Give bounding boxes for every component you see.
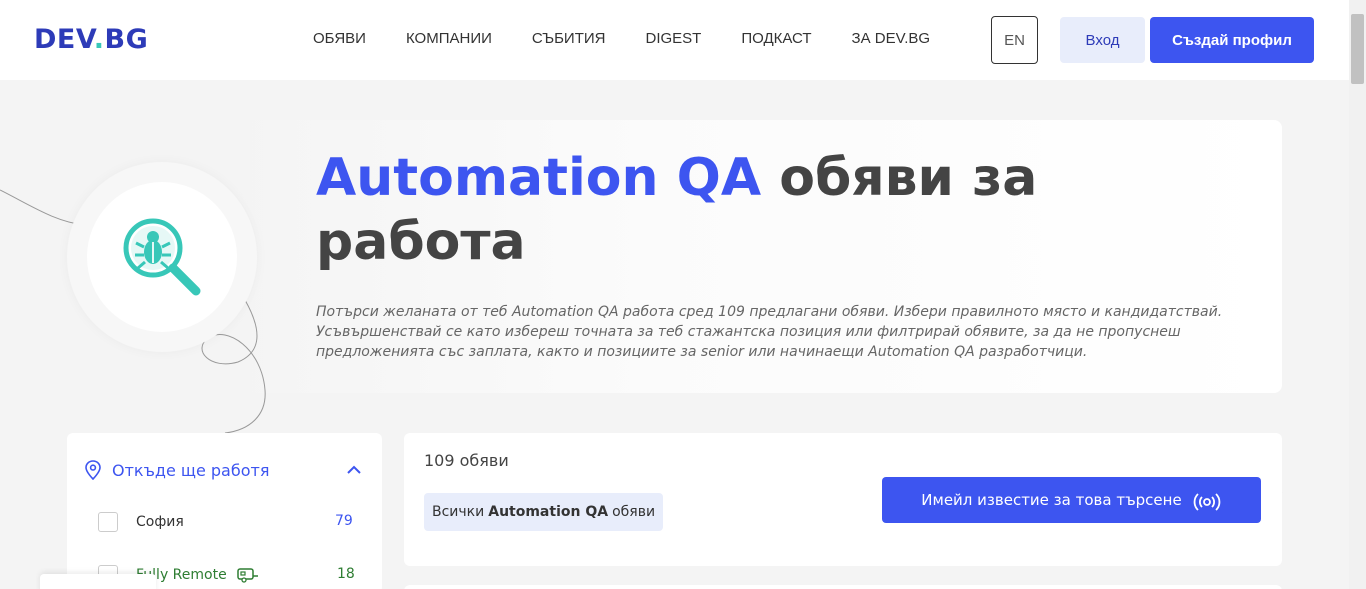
page-scrollbar[interactable]: [1349, 0, 1366, 589]
email-alert-button[interactable]: Имейл известие за това търсене: [882, 477, 1261, 523]
checkbox[interactable]: [98, 512, 118, 532]
devbg-logo[interactable]: DEV.BG: [34, 24, 148, 55]
nav-digest[interactable]: DIGEST: [645, 30, 701, 47]
broadcast-icon: [1193, 493, 1220, 511]
email-alert-label: Имейл известие за това търсене: [921, 491, 1182, 509]
filter-option-sofia[interactable]: София: [98, 512, 184, 532]
bug-search-icon: [123, 218, 201, 296]
results-count: 109 обяви: [424, 451, 509, 470]
job-list-card: [404, 585, 1282, 589]
filter-option-label: София: [136, 514, 184, 530]
location-pin-icon: [85, 460, 101, 480]
nav-companies[interactable]: КОМПАНИИ: [406, 30, 492, 47]
chevron-up-icon[interactable]: [346, 462, 362, 478]
active-filter-tag[interactable]: Всички Automation QA обяви: [424, 493, 664, 531]
main-nav: ОБЯВИ КОМПАНИИ СЪБИТИЯ DIGEST ПОДКАСТ ЗА…: [313, 30, 970, 47]
nav-podcast[interactable]: ПОДКАСТ: [741, 30, 811, 47]
scrollbar-thumb[interactable]: [1351, 14, 1364, 84]
caravan-icon: [236, 568, 258, 583]
login-button[interactable]: Вход: [1060, 17, 1145, 63]
language-switch-button[interactable]: EN: [991, 16, 1038, 64]
location-filter-title: Откъде ще работя: [112, 460, 270, 480]
page-title: Automation QA обяви за работа: [316, 148, 1038, 272]
location-filter-header[interactable]: Откъде ще работя: [84, 460, 269, 480]
filter-option-count: 18: [337, 566, 355, 582]
nav-jobs[interactable]: ОБЯВИ: [313, 30, 366, 47]
nav-events[interactable]: СЪБИТИЯ: [532, 30, 606, 47]
create-profile-button[interactable]: Създай профил: [1150, 17, 1314, 63]
filter-option-count: 79: [335, 513, 353, 529]
page-description: Потърси желаната от теб Automation QA ра…: [316, 304, 1223, 360]
floating-widget[interactable]: [40, 574, 156, 589]
nav-about[interactable]: ЗА DEV.BG: [852, 30, 931, 47]
top-navigation-bar: DEV.BG ОБЯВИ КОМПАНИИ СЪБИТИЯ DIGEST ПОД…: [0, 0, 1349, 80]
